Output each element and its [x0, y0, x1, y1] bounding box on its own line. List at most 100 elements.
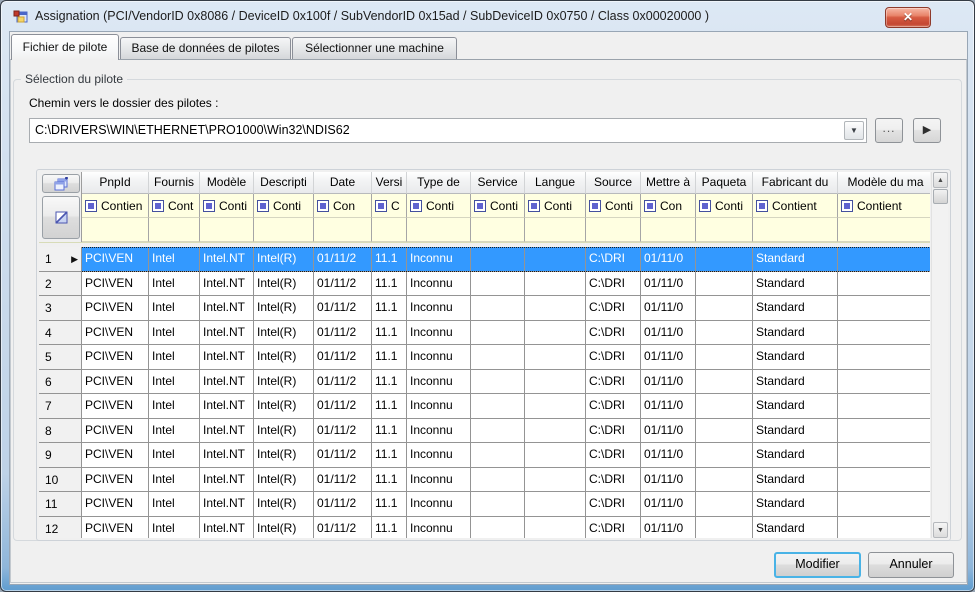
- cell-versi[interactable]: 11.1: [372, 443, 407, 468]
- modify-button[interactable]: Modifier: [774, 552, 861, 578]
- filter-mode-icon[interactable]: [410, 200, 422, 212]
- cell-fabricant-du[interactable]: Standard: [753, 370, 838, 395]
- cell-fournis[interactable]: Intel: [149, 321, 200, 346]
- cell-source[interactable]: C:\DRI: [586, 247, 641, 272]
- cell-langue[interactable]: [525, 517, 586, 539]
- cell-paqueta[interactable]: [696, 272, 753, 297]
- row-header[interactable]: 7: [39, 394, 82, 419]
- cell-service[interactable]: [471, 419, 525, 444]
- cell-pnpid[interactable]: PCI\VEN: [82, 321, 149, 346]
- cell-descripti[interactable]: Intel(R): [254, 394, 314, 419]
- cell-descripti[interactable]: Intel(R): [254, 443, 314, 468]
- cell-date[interactable]: 01/11/2: [314, 492, 372, 517]
- cell-service[interactable]: [471, 296, 525, 321]
- column-header-fabricant-du[interactable]: Fabricant du: [753, 172, 838, 194]
- cell-pnpid[interactable]: PCI\VEN: [82, 517, 149, 539]
- filter-cell-langue[interactable]: Conti: [525, 194, 586, 218]
- filter-cell-fournis[interactable]: Cont: [149, 194, 200, 218]
- cell-mettre[interactable]: 01/11/0: [641, 296, 696, 321]
- cell-fabricant-du[interactable]: Standard: [753, 272, 838, 297]
- filter-mode-icon[interactable]: [528, 200, 540, 212]
- cell-mod-le[interactable]: Intel.NT: [200, 272, 254, 297]
- cell-versi[interactable]: 11.1: [372, 517, 407, 539]
- cell-type-de[interactable]: Inconnu: [407, 345, 471, 370]
- cell-versi[interactable]: 11.1: [372, 370, 407, 395]
- cell-mod-le-du-ma[interactable]: [838, 296, 930, 321]
- cell-pnpid[interactable]: PCI\VEN: [82, 443, 149, 468]
- row-header[interactable]: 3: [39, 296, 82, 321]
- cell-date[interactable]: 01/11/2: [314, 517, 372, 539]
- cell-fournis[interactable]: Intel: [149, 468, 200, 493]
- scroll-down-button[interactable]: ▼: [933, 522, 948, 538]
- cell-langue[interactable]: [525, 394, 586, 419]
- cell-mod-le[interactable]: Intel.NT: [200, 468, 254, 493]
- cell-paqueta[interactable]: [696, 492, 753, 517]
- cell-versi[interactable]: 11.1: [372, 247, 407, 272]
- row-header[interactable]: 9: [39, 443, 82, 468]
- cell-langue[interactable]: [525, 272, 586, 297]
- cell-type-de[interactable]: Inconnu: [407, 492, 471, 517]
- cell-descripti[interactable]: Intel(R): [254, 296, 314, 321]
- column-header-mod-le-du-ma[interactable]: Modèle du ma: [838, 172, 930, 194]
- cell-paqueta[interactable]: [696, 443, 753, 468]
- cell-date[interactable]: 01/11/2: [314, 443, 372, 468]
- cell-fournis[interactable]: Intel: [149, 272, 200, 297]
- cell-pnpid[interactable]: PCI\VEN: [82, 296, 149, 321]
- cell-versi[interactable]: 11.1: [372, 272, 407, 297]
- column-header-source[interactable]: Source: [586, 172, 641, 194]
- cell-source[interactable]: C:\DRI: [586, 492, 641, 517]
- apply-driver-button[interactable]: ▶: [913, 118, 941, 143]
- cell-date[interactable]: 01/11/2: [314, 468, 372, 493]
- column-header-langue[interactable]: Langue: [525, 172, 586, 194]
- cell-type-de[interactable]: Inconnu: [407, 272, 471, 297]
- cell-mod-le-du-ma[interactable]: [838, 345, 930, 370]
- filter-input-fournis[interactable]: [149, 218, 200, 242]
- cell-paqueta[interactable]: [696, 296, 753, 321]
- cell-date[interactable]: 01/11/2: [314, 370, 372, 395]
- filter-cell-versi[interactable]: C: [372, 194, 407, 218]
- tab-fichier-de-pilote[interactable]: Fichier de pilote: [11, 34, 119, 60]
- cell-mod-le-du-ma[interactable]: [838, 321, 930, 346]
- cell-type-de[interactable]: Inconnu: [407, 321, 471, 346]
- cell-service[interactable]: [471, 370, 525, 395]
- cell-versi[interactable]: 11.1: [372, 321, 407, 346]
- table-row[interactable]: 7PCI\VENIntelIntel.NTIntel(R)01/11/211.1…: [39, 394, 930, 419]
- table-row[interactable]: 2PCI\VENIntelIntel.NTIntel(R)01/11/211.1…: [39, 272, 930, 297]
- cell-mettre[interactable]: 01/11/0: [641, 419, 696, 444]
- filter-cell-mod-le-du-ma[interactable]: Contient: [838, 194, 930, 218]
- filter-mode-icon[interactable]: [644, 200, 656, 212]
- cell-langue[interactable]: [525, 419, 586, 444]
- cell-service[interactable]: [471, 443, 525, 468]
- filter-cell-date[interactable]: Con: [314, 194, 372, 218]
- filter-input-fabricant-du[interactable]: [753, 218, 838, 242]
- cell-fournis[interactable]: Intel: [149, 394, 200, 419]
- cell-paqueta[interactable]: [696, 468, 753, 493]
- cell-mettre[interactable]: 01/11/0: [641, 370, 696, 395]
- filter-cell-pnpid[interactable]: Contien: [82, 194, 149, 218]
- filter-mode-icon[interactable]: [756, 200, 768, 212]
- cell-mod-le-du-ma[interactable]: [838, 272, 930, 297]
- cell-fournis[interactable]: Intel: [149, 370, 200, 395]
- cell-date[interactable]: 01/11/2: [314, 419, 372, 444]
- cell-paqueta[interactable]: [696, 370, 753, 395]
- cell-mettre[interactable]: 01/11/0: [641, 443, 696, 468]
- cell-descripti[interactable]: Intel(R): [254, 345, 314, 370]
- cell-type-de[interactable]: Inconnu: [407, 247, 471, 272]
- filter-input-versi[interactable]: [372, 218, 407, 242]
- cell-fabricant-du[interactable]: Standard: [753, 517, 838, 539]
- table-row[interactable]: 6PCI\VENIntelIntel.NTIntel(R)01/11/211.1…: [39, 370, 930, 395]
- cell-descripti[interactable]: Intel(R): [254, 468, 314, 493]
- cell-source[interactable]: C:\DRI: [586, 443, 641, 468]
- cell-paqueta[interactable]: [696, 247, 753, 272]
- cell-descripti[interactable]: Intel(R): [254, 517, 314, 539]
- row-header[interactable]: 1▶: [39, 247, 82, 272]
- cell-paqueta[interactable]: [696, 345, 753, 370]
- cell-fournis[interactable]: Intel: [149, 443, 200, 468]
- scroll-up-button[interactable]: ▲: [933, 172, 948, 188]
- cell-mod-le[interactable]: Intel.NT: [200, 443, 254, 468]
- cell-date[interactable]: 01/11/2: [314, 321, 372, 346]
- cell-mod-le[interactable]: Intel.NT: [200, 492, 254, 517]
- cell-pnpid[interactable]: PCI\VEN: [82, 492, 149, 517]
- cell-fournis[interactable]: Intel: [149, 492, 200, 517]
- vertical-scrollbar[interactable]: ▲ ▼: [931, 172, 948, 538]
